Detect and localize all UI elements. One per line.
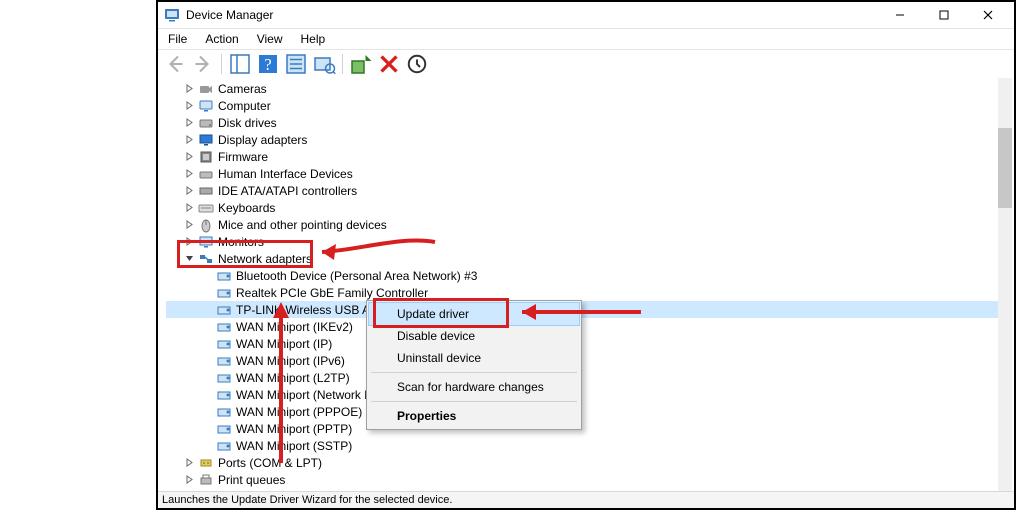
chevron-right-icon[interactable] (182, 201, 196, 215)
window-title: Device Manager (186, 8, 273, 22)
chevron-right-icon[interactable] (182, 99, 196, 113)
chevron-right-icon[interactable] (182, 150, 196, 164)
tree-item-wan-nm[interactable]: WAN Miniport (Network M (166, 386, 998, 403)
menu-view[interactable]: View (255, 31, 285, 47)
ide-icon (198, 183, 214, 199)
display-icon (198, 132, 214, 148)
maximize-button[interactable] (922, 2, 966, 28)
back-button[interactable] (162, 52, 188, 76)
menu-scan-hardware[interactable]: Scan for hardware changes (369, 376, 579, 398)
device-manager-window: Device Manager File Action View Help ? C… (156, 0, 1016, 510)
network-adapter-icon (216, 336, 232, 352)
tree-item-network-adapters[interactable]: Network adapters (166, 250, 998, 267)
network-adapter-icon (216, 370, 232, 386)
tree-item-wan-ipv6[interactable]: WAN Miniport (IPv6) (166, 352, 998, 369)
tree-item-mice[interactable]: Mice and other pointing devices (166, 216, 998, 233)
tree-item-disk-drives[interactable]: Disk drives (166, 114, 998, 131)
menu-help[interactable]: Help (299, 31, 328, 47)
chevron-right-icon[interactable] (182, 167, 196, 181)
chevron-down-icon[interactable] (182, 252, 196, 266)
help-button[interactable]: ? (255, 52, 281, 76)
chevron-right-icon[interactable] (182, 184, 196, 198)
status-text: Launches the Update Driver Wizard for th… (162, 494, 452, 506)
mouse-icon (198, 217, 214, 233)
network-icon (198, 251, 214, 267)
tree-item-wan-l2tp[interactable]: WAN Miniport (L2TP) (166, 369, 998, 386)
tree-item-firmware[interactable]: Firmware (166, 148, 998, 165)
chevron-right-icon[interactable] (182, 235, 196, 249)
tree-item-hid[interactable]: Human Interface Devices (166, 165, 998, 182)
tree-view[interactable]: Cameras Computer Disk drives Display ada… (158, 78, 1014, 492)
uninstall-button[interactable] (376, 52, 402, 76)
chevron-right-icon[interactable] (182, 456, 196, 470)
chevron-right-icon[interactable] (182, 116, 196, 130)
tree-item-display-adapters[interactable]: Display adapters (166, 131, 998, 148)
menu-update-driver[interactable]: Update driver (369, 303, 579, 325)
network-adapter-icon (216, 302, 232, 318)
chevron-right-icon[interactable] (182, 133, 196, 147)
minimize-button[interactable] (878, 2, 922, 28)
menu-file[interactable]: File (166, 31, 189, 47)
tree-item-wan-sstp[interactable]: WAN Miniport (SSTP) (166, 437, 998, 454)
scan-button[interactable] (311, 52, 337, 76)
network-adapter-icon (216, 438, 232, 454)
network-adapter-icon (216, 319, 232, 335)
show-hide-tree-button[interactable] (227, 52, 253, 76)
chevron-right-icon[interactable] (182, 218, 196, 232)
tree-item-cameras[interactable]: Cameras (166, 80, 998, 97)
camera-icon (198, 81, 214, 97)
tree-item-realtek[interactable]: Realtek PCIe GbE Family Controller (166, 284, 998, 301)
firmware-icon (198, 149, 214, 165)
menu-uninstall-device[interactable]: Uninstall device (369, 347, 579, 369)
toolbar-separator (221, 54, 222, 74)
chevron-right-icon[interactable] (182, 82, 196, 96)
context-menu: Update driver Disable device Uninstall d… (366, 300, 582, 430)
tree-item-monitors[interactable]: Monitors (166, 233, 998, 250)
menu-separator (371, 401, 577, 402)
keyboard-icon (198, 200, 214, 216)
tree-item-ide[interactable]: IDE ATA/ATAPI controllers (166, 182, 998, 199)
network-adapter-icon (216, 285, 232, 301)
close-button[interactable] (966, 2, 1010, 28)
tree-item-print-queues[interactable]: Print queues (166, 471, 998, 488)
disable-button[interactable] (404, 52, 430, 76)
title-bar[interactable]: Device Manager (158, 2, 1014, 29)
tree-item-bt-pan[interactable]: Bluetooth Device (Personal Area Network)… (166, 267, 998, 284)
hid-icon (198, 166, 214, 182)
menu-separator (371, 372, 577, 373)
toolbar-separator (342, 54, 343, 74)
menu-disable-device[interactable]: Disable device (369, 325, 579, 347)
tree-item-wan-pptp[interactable]: WAN Miniport (PPTP) (166, 420, 998, 437)
tree-item-computer[interactable]: Computer (166, 97, 998, 114)
ports-icon (198, 455, 214, 471)
printer-icon (198, 472, 214, 488)
scrollbar-thumb[interactable] (998, 128, 1012, 208)
monitor-icon (198, 234, 214, 250)
network-adapter-icon (216, 268, 232, 284)
tree-item-wan-pppoe[interactable]: WAN Miniport (PPPOE) (166, 403, 998, 420)
update-driver-button[interactable] (348, 52, 374, 76)
tree-item-keyboards[interactable]: Keyboards (166, 199, 998, 216)
network-adapter-icon (216, 404, 232, 420)
forward-button[interactable] (190, 52, 216, 76)
network-adapter-icon (216, 421, 232, 437)
svg-text:?: ? (264, 55, 271, 74)
menu-action[interactable]: Action (203, 31, 240, 47)
toolbar: ? (158, 49, 1014, 79)
tree-item-tplink[interactable]: TP-LINK Wireless USB Adapter (166, 301, 998, 318)
network-adapter-icon (216, 387, 232, 403)
tree-item-wan-ip[interactable]: WAN Miniport (IP) (166, 335, 998, 352)
status-bar: Launches the Update Driver Wizard for th… (158, 491, 1014, 508)
chevron-right-icon[interactable] (182, 473, 196, 487)
properties-button[interactable] (283, 52, 309, 76)
computer-icon (198, 98, 214, 114)
menu-properties[interactable]: Properties (369, 405, 579, 427)
vertical-scrollbar[interactable] (998, 78, 1012, 492)
tree-item-ports[interactable]: Ports (COM & LPT) (166, 454, 998, 471)
network-adapter-icon (216, 353, 232, 369)
disk-icon (198, 115, 214, 131)
menu-bar: File Action View Help (158, 29, 1014, 49)
app-icon (164, 7, 180, 23)
tree-item-wan-ikev2[interactable]: WAN Miniport (IKEv2) (166, 318, 998, 335)
